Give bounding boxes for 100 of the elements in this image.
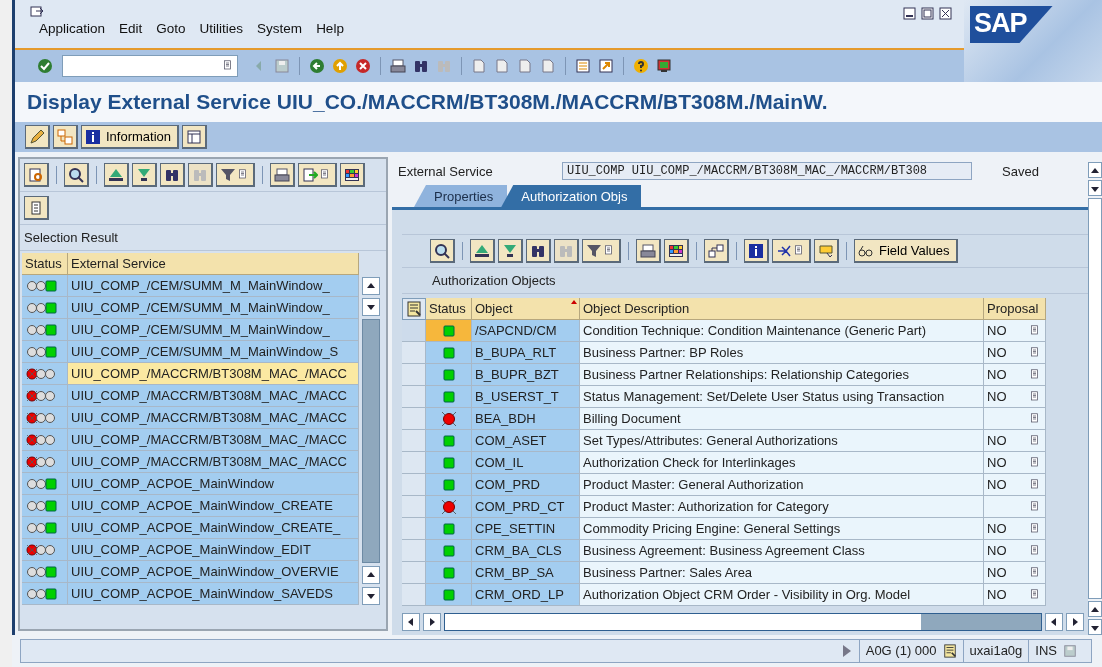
- search-button[interactable]: [64, 163, 89, 187]
- sort-ascending-button[interactable]: [104, 163, 129, 187]
- scroll-up-button[interactable]: [362, 277, 380, 295]
- column-header[interactable]: Status: [426, 298, 472, 320]
- section-title: Selection Result: [20, 225, 386, 251]
- scroll-thumb[interactable]: [362, 319, 380, 563]
- scroll-up-button[interactable]: [362, 566, 380, 584]
- scroll-left-button[interactable]: [1045, 613, 1063, 631]
- table-cell[interactable]: UIU_COMP_/CEM/SUMM_M_MainWindow_: [68, 297, 359, 319]
- find-button[interactable]: [526, 239, 551, 263]
- table-cell[interactable]: UIU_COMP_ACPOE_MainWindow_CREATE: [68, 495, 359, 517]
- filter-button[interactable]: [216, 163, 255, 187]
- scroll-left-button[interactable]: [402, 613, 420, 631]
- menu-item[interactable]: Help: [316, 21, 344, 36]
- table-cell[interactable]: UIU_COMP_ACPOE_MainWindow_EDIT: [68, 539, 359, 561]
- system-info: A0G (1) 000: [865, 642, 937, 660]
- external-service-field[interactable]: UIU_COMP UIU_COMP_/MACCRM/BT308M_MAC_/MACCRM/BT308: [562, 162, 972, 180]
- print-button[interactable]: [270, 163, 295, 187]
- back-icon: [309, 58, 325, 74]
- sort-descending-icon: [136, 166, 152, 183]
- search-button[interactable]: [430, 239, 455, 263]
- table-cell: CRM_ORD_LP: [472, 584, 580, 606]
- table-cell: NO: [987, 367, 1007, 382]
- print-button[interactable]: [388, 56, 408, 76]
- cancel-button[interactable]: [353, 56, 373, 76]
- tab[interactable]: Authorization Objs: [501, 185, 642, 207]
- filter-button[interactable]: [582, 239, 621, 263]
- layout-button[interactable]: [664, 239, 689, 263]
- scroll-right-button[interactable]: [423, 613, 441, 631]
- shortcut-button[interactable]: [596, 56, 616, 76]
- enter-button[interactable]: [35, 56, 55, 76]
- details-button[interactable]: [24, 163, 49, 187]
- summary-button[interactable]: [814, 239, 839, 263]
- check-icon: [37, 58, 53, 74]
- back-button[interactable]: [307, 56, 327, 76]
- information-button[interactable]: [744, 239, 769, 263]
- table-cell[interactable]: UIU_COMP_ACPOE_MainWindow: [68, 473, 359, 495]
- table-cell: CPE_SETTIN: [472, 518, 580, 540]
- find-next-button[interactable]: [188, 163, 213, 187]
- layout-button[interactable]: [402, 298, 426, 320]
- find-next-button[interactable]: [554, 239, 579, 263]
- menu-item[interactable]: Application: [39, 21, 106, 36]
- scroll-up-button[interactable]: [1088, 162, 1102, 178]
- field-values-button[interactable]: Field Values: [854, 239, 958, 263]
- shortcut-icon: [598, 58, 614, 74]
- menu-item[interactable]: System: [257, 21, 303, 36]
- column-header[interactable]: Status: [22, 253, 68, 275]
- list-button[interactable]: [182, 125, 208, 149]
- document-button[interactable]: [24, 196, 49, 220]
- table-cell[interactable]: UIU_COMP_ACPOE_MainWindow_OVERVIE: [68, 561, 359, 583]
- scroll-down-button[interactable]: [362, 587, 380, 605]
- sort-descending-button[interactable]: [132, 163, 157, 187]
- table-cell[interactable]: UIU_COMP_/MACCRM/BT308M_MAC_/MACC: [68, 363, 359, 385]
- sort-descending-button[interactable]: [498, 239, 523, 263]
- page-icon: [471, 58, 487, 74]
- scroll-right-button[interactable]: [1066, 613, 1084, 631]
- table-cell[interactable]: UIU_COMP_ACPOE_MainWindow_CREATE_: [68, 517, 359, 539]
- display-change-button[interactable]: [25, 125, 50, 149]
- table-cell: B_BUPA_RLT: [472, 342, 580, 364]
- table-cell: COM_PRD_CT: [472, 496, 580, 518]
- table-cell[interactable]: UIU_COMP_/CEM/SUMM_M_MainWindow_: [68, 319, 359, 341]
- column-header[interactable]: Proposal: [984, 298, 1046, 320]
- table-cell[interactable]: UIU_COMP_/MACCRM/BT308M_MAC_/MACC: [68, 385, 359, 407]
- details-icon: [942, 644, 957, 658]
- table-cell[interactable]: UIU_COMP_/MACCRM/BT308M_MAC_/MACC: [68, 451, 359, 473]
- table-cell[interactable]: UIU_COMP_/CEM/SUMM_M_MainWindow_S: [68, 341, 359, 363]
- table-cell: NO: [987, 477, 1007, 492]
- scroll-up-button[interactable]: [1088, 601, 1102, 617]
- help-button[interactable]: [631, 56, 651, 76]
- printer-icon: [390, 58, 406, 74]
- play-icon[interactable]: [842, 645, 851, 657]
- table-cell[interactable]: UIU_COMP_/MACCRM/BT308M_MAC_/MACC: [68, 407, 359, 429]
- scroll-down-button[interactable]: [362, 298, 380, 316]
- column-header[interactable]: Object: [472, 298, 580, 320]
- menu-item[interactable]: Utilities: [199, 21, 244, 36]
- scroll-down-button[interactable]: [1088, 180, 1102, 196]
- menu-item[interactable]: Edit: [119, 21, 143, 36]
- layout-button[interactable]: [340, 163, 365, 187]
- table-cell[interactable]: UIU_COMP_/MACCRM/BT308M_MAC_/MACC: [68, 429, 359, 451]
- print-button[interactable]: [636, 239, 661, 263]
- tab[interactable]: Properties: [414, 185, 508, 207]
- menu-item[interactable]: Goto: [156, 21, 186, 36]
- column-header[interactable]: External Service: [68, 253, 359, 275]
- list-icon: [186, 128, 203, 145]
- column-header[interactable]: Object Description: [580, 298, 984, 320]
- table-cell[interactable]: UIU_COMP_ACPOE_MainWindow_SAVEDS: [68, 583, 359, 605]
- sort-ascending-button[interactable]: [470, 239, 495, 263]
- hierarchy-button[interactable]: [704, 239, 729, 263]
- new-session-button[interactable]: [573, 56, 593, 76]
- other-object-button[interactable]: [53, 125, 78, 149]
- information-button[interactable]: Information: [81, 125, 180, 149]
- input-mode: INS: [1028, 640, 1063, 662]
- find-button[interactable]: [160, 163, 185, 187]
- table-cell[interactable]: UIU_COMP_/CEM/SUMM_M_MainWindow_: [68, 275, 359, 297]
- export-button[interactable]: [298, 163, 337, 187]
- command-field[interactable]: [62, 55, 238, 77]
- table-cell: NO: [987, 565, 1007, 580]
- horizontal-scrollbar[interactable]: [444, 613, 1042, 631]
- scroll-down-button[interactable]: [1088, 619, 1102, 635]
- branch-button[interactable]: [772, 239, 811, 263]
